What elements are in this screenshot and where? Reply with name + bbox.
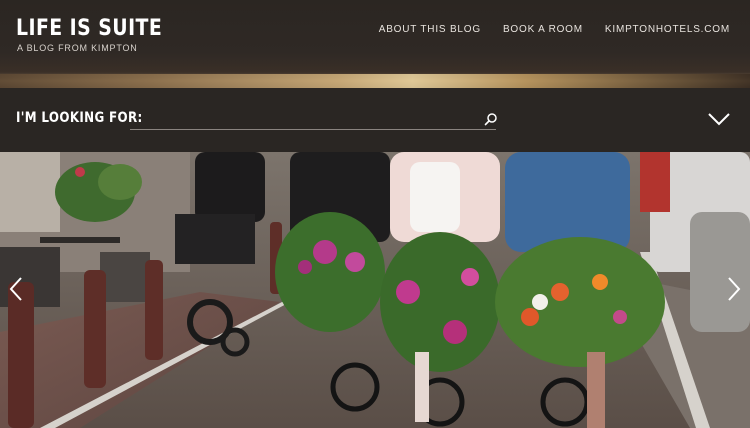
hero-image — [0, 152, 750, 428]
nav-link-about[interactable]: ABOUT THIS BLOG — [379, 24, 481, 35]
search-icon[interactable] — [484, 112, 498, 126]
main-nav: ABOUT THIS BLOG BOOK A ROOM KIMPTONHOTEL… — [379, 24, 730, 35]
search-input[interactable] — [130, 108, 496, 130]
hero-carousel — [0, 152, 750, 428]
chevron-left-icon[interactable] — [6, 274, 26, 304]
nav-link-kimpton[interactable]: KIMPTONHOTELS.COM — [605, 24, 730, 35]
site-header: LIFE IS SUITE A BLOG FROM KIMPTON ABOUT … — [0, 0, 750, 88]
chevron-right-icon[interactable] — [724, 274, 744, 304]
search-bar: I'M LOOKING FOR: — [0, 88, 750, 152]
search-label: I'M LOOKING FOR: — [16, 110, 143, 126]
site-title[interactable]: LIFE IS SUITE — [16, 16, 162, 41]
chevron-down-icon[interactable] — [707, 112, 731, 126]
site-subtitle: A BLOG FROM KIMPTON — [17, 43, 138, 53]
nav-link-book-room[interactable]: BOOK A ROOM — [503, 24, 583, 35]
